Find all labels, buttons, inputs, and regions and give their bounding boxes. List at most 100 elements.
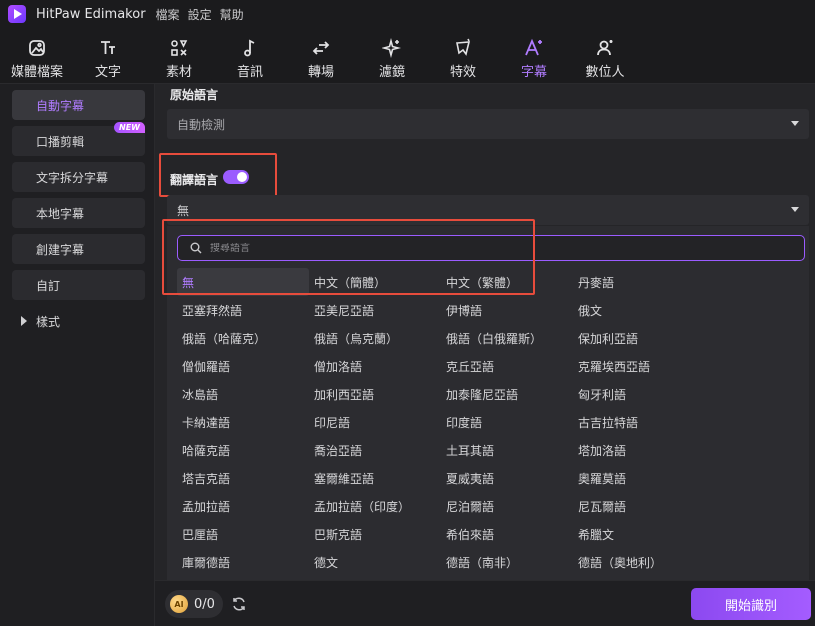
language-option[interactable]: 哈薩克語 [177, 436, 309, 464]
language-option[interactable]: 塞爾維亞語 [309, 464, 441, 492]
tab-transition[interactable]: 轉場 [289, 30, 353, 82]
avatar-icon [593, 36, 617, 60]
sidebar-item-styles[interactable]: 樣式 [12, 306, 145, 336]
sidebar-item-label: 本地字幕 [36, 206, 85, 221]
sidebar-item-label: 自動字幕 [36, 98, 85, 113]
elements-icon [167, 36, 191, 60]
music-note-icon [238, 36, 262, 60]
menu-help[interactable]: 幫助 [220, 6, 244, 23]
chevron-down-icon [791, 207, 799, 212]
language-option[interactable]: 僧加洛語 [309, 352, 441, 380]
language-option[interactable]: 古吉拉特語 [573, 408, 705, 436]
language-option[interactable]: 巴厘語 [177, 520, 309, 548]
language-option[interactable]: 夏威夷語 [441, 464, 573, 492]
credits-counter[interactable]: AI 0/0 [165, 590, 223, 618]
language-list: 無中文（簡體） 中文（繁體） 丹麥語 亞塞拜然語 亞美尼亞語 伊博語 俄文 俄語（哈薩克） 俄語… [177, 268, 705, 576]
new-badge: NEW [114, 122, 145, 133]
tab-elements[interactable]: 素材 [147, 30, 211, 82]
menu-file[interactable]: 檔案 [156, 6, 180, 23]
sidebar-item-label: 文字拆分字幕 [36, 170, 109, 185]
language-option[interactable]: 中文（繁體） [441, 268, 573, 296]
language-option[interactable]: 加利西亞語 [309, 380, 441, 408]
sidebar-item-voice-edit[interactable]: 口播剪輯 NEW [12, 122, 145, 156]
language-option[interactable]: 俄文 [573, 296, 705, 324]
language-option[interactable]: 喬治亞語 [309, 436, 441, 464]
language-option[interactable]: 巴斯克語 [309, 520, 441, 548]
tab-label: 數位人 [585, 65, 625, 80]
language-option[interactable]: 克丘亞語 [441, 352, 573, 380]
source-language-title: 原始語言 [170, 88, 219, 102]
language-option[interactable]: 匈牙利語 [573, 380, 705, 408]
translate-language-select[interactable]: 無 [167, 195, 809, 225]
language-option[interactable]: 僧伽羅語 [177, 352, 309, 380]
search-input[interactable] [210, 242, 770, 254]
language-option[interactable]: 丹麥語 [573, 268, 705, 296]
language-option[interactable]: 尼泊爾語 [441, 492, 573, 520]
tab-media[interactable]: 媒體檔案 [5, 30, 69, 82]
language-option[interactable]: 卡納達語 [177, 408, 309, 436]
language-option[interactable]: 亞塞拜然語 [177, 296, 309, 324]
caret-right-icon [21, 316, 27, 326]
language-option[interactable]: 孟加拉語（印度） [309, 492, 441, 520]
language-option[interactable]: 德文 [309, 548, 441, 576]
sidebar-item-auto-subtitles[interactable]: 自動字幕 [12, 90, 145, 120]
tab-label: 濾鏡 [378, 65, 405, 80]
sidebar-item-custom[interactable]: 自訂 [12, 270, 145, 300]
language-option[interactable]: 無 [177, 268, 309, 296]
app-logo-icon [8, 5, 26, 23]
tab-text[interactable]: 文字 [76, 30, 140, 82]
language-option[interactable]: 亞美尼亞語 [309, 296, 441, 324]
bottom-bar: AI 0/0 開始識別 [155, 580, 815, 626]
language-option[interactable]: 冰島語 [177, 380, 309, 408]
language-option[interactable]: 奧羅莫語 [573, 464, 705, 492]
language-option[interactable]: 塔吉克語 [177, 464, 309, 492]
sparkle-icon [380, 36, 404, 60]
sidebar-item-label: 自訂 [36, 278, 61, 293]
language-option[interactable]: 保加利亞語 [573, 324, 705, 352]
language-option[interactable]: 俄語（哈薩克） [177, 324, 309, 352]
sidebar-item-label: 創建字幕 [36, 242, 85, 257]
menu-settings[interactable]: 設定 [188, 6, 212, 23]
title-bar: HitPaw Edimakor 檔案 設定 幫助 [0, 0, 815, 28]
language-option[interactable]: 中文（簡體） [309, 268, 441, 296]
language-option[interactable]: 俄語（白俄羅斯） [441, 324, 573, 352]
tab-digital-human[interactable]: 數位人 [573, 30, 637, 82]
language-option[interactable]: 希伯來語 [441, 520, 573, 548]
search-icon [190, 242, 202, 254]
tab-label: 媒體檔案 [10, 65, 63, 80]
language-option[interactable]: 印尼語 [309, 408, 441, 436]
text-icon [96, 36, 120, 60]
refresh-icon[interactable] [231, 596, 247, 612]
sidebar-item-label: 樣式 [36, 314, 61, 329]
tab-audio[interactable]: 音訊 [218, 30, 282, 82]
select-value: 自動檢測 [177, 117, 226, 132]
sidebar: 自動字幕 口播剪輯 NEW 文字拆分字幕 本地字幕 創建字幕 自訂 樣式 [0, 84, 155, 626]
source-language-select[interactable]: 自動檢測 [167, 109, 809, 139]
tab-filters[interactable]: 濾鏡 [360, 30, 424, 82]
tab-label: 文字 [94, 65, 121, 80]
sidebar-item-local-subtitles[interactable]: 本地字幕 [12, 198, 145, 228]
language-option[interactable]: 加泰隆尼亞語 [441, 380, 573, 408]
language-option[interactable]: 孟加拉語 [177, 492, 309, 520]
sidebar-item-create-subtitles[interactable]: 創建字幕 [12, 234, 145, 264]
language-option[interactable]: 尼瓦爾語 [573, 492, 705, 520]
translate-toggle[interactable] [223, 170, 249, 184]
language-option[interactable]: 德語（奧地利） [573, 548, 705, 576]
sidebar-item-text-split[interactable]: 文字拆分字幕 [12, 162, 145, 192]
language-dropdown: 無中文（簡體）中文（繁體）丹麥語亞塞拜然語亞美尼亞語伊博語俄文俄語（哈薩克）俄語… [167, 226, 809, 580]
translate-language-title: 翻譯語言 [170, 173, 219, 187]
language-option[interactable]: 俄語（烏克蘭） [309, 324, 441, 352]
language-option[interactable]: 伊博語 [441, 296, 573, 324]
language-option[interactable]: 土耳其語 [441, 436, 573, 464]
language-option[interactable]: 克羅埃西亞語 [573, 352, 705, 380]
start-recognition-button[interactable]: 開始識別 [691, 588, 811, 620]
language-option[interactable]: 塔加洛語 [573, 436, 705, 464]
tab-effects[interactable]: 特效 [431, 30, 495, 82]
language-option[interactable]: 德語（南非） [441, 548, 573, 576]
subtitle-icon [522, 36, 546, 60]
language-option[interactable]: 希臘文 [573, 520, 705, 548]
language-option[interactable]: 庫爾德語 [177, 548, 309, 576]
language-option[interactable]: 印度語 [441, 408, 573, 436]
tab-label: 音訊 [236, 65, 263, 80]
tab-subtitles[interactable]: 字幕 [502, 30, 566, 82]
